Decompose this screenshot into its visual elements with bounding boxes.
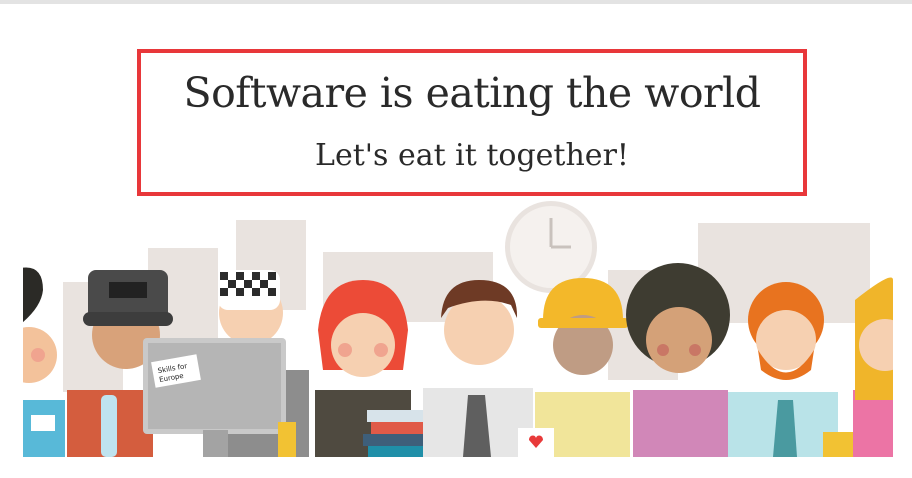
person-9 [853,277,893,457]
person-1 [23,267,65,457]
hero-title: Software is eating the world [183,69,761,117]
hero-subtitle: Let's eat it together! [315,138,629,173]
top-divider [0,0,912,4]
people-illustration: Skills for Europe [23,201,893,457]
hero-banner: Software is eating the world Let's eat i… [137,49,807,196]
